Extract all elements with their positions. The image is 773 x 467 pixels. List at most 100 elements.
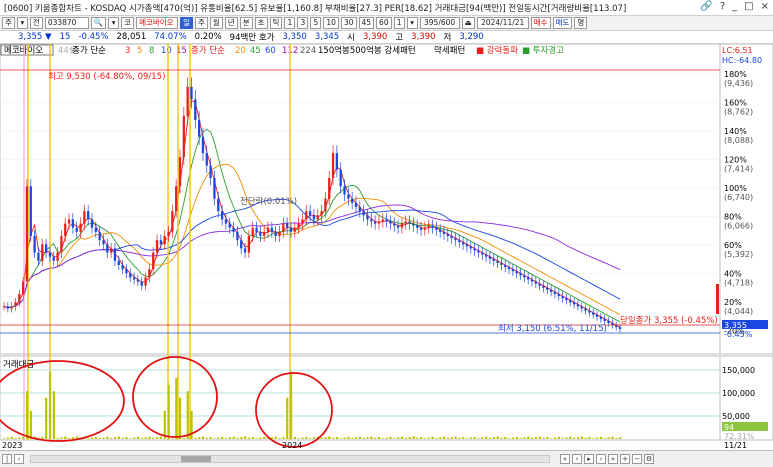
volume-bar: [446, 437, 450, 439]
axis-tick-price: (4,044): [724, 307, 753, 316]
volume-bar: [263, 436, 266, 439]
zoom-in-icon[interactable]: +: [620, 454, 630, 464]
interval-3[interactable]: 3: [297, 17, 309, 29]
axis-tick-price: (4,718): [724, 279, 753, 288]
chart-type-dropdown[interactable]: ▾: [16, 17, 28, 29]
period-count-input[interactable]: 395/600: [419, 17, 460, 29]
help-icon[interactable]: ?: [720, 1, 725, 12]
current-price-tag-text: 3,355: [724, 321, 747, 330]
candle-body: [588, 310, 591, 313]
interval-5[interactable]: 5: [310, 17, 322, 29]
tab-yearly[interactable]: 년: [224, 17, 238, 29]
candle-body: [565, 298, 568, 301]
candle-body: [236, 231, 239, 241]
candle-body: [94, 227, 97, 232]
axis-tick-pct: 60%: [724, 241, 742, 250]
volume-bar: [205, 437, 208, 439]
stock-name-field[interactable]: 메코바이오: [136, 17, 179, 29]
volume-bar: [488, 437, 492, 439]
candle-body: [523, 275, 526, 278]
maximize-icon[interactable]: □: [744, 1, 753, 12]
volume-bar: [324, 437, 327, 439]
next-icon[interactable]: ›: [596, 454, 606, 464]
search-icon[interactable]: 🔍: [90, 17, 107, 29]
tab-tick[interactable]: 틱: [269, 17, 283, 29]
candle-body: [155, 240, 159, 253]
tab-weekly[interactable]: 주: [194, 17, 208, 29]
all-button[interactable]: 전: [29, 17, 43, 29]
chart-type-button[interactable]: 주: [2, 17, 15, 29]
tab-minute[interactable]: 분: [239, 17, 253, 29]
axis-tick-pct: 160%: [724, 99, 747, 108]
interval-1[interactable]: 1: [284, 17, 296, 29]
volume-bar: [412, 436, 415, 439]
interval-45[interactable]: 45: [358, 17, 375, 29]
legend-ma2-20: 20: [235, 46, 246, 56]
stock-code-input[interactable]: 033870: [44, 17, 89, 29]
play-icon[interactable]: ▸: [584, 454, 594, 464]
scroll-thumb[interactable]: [181, 456, 211, 462]
candle-body: [400, 223, 404, 228]
chart-controls: « ‹ ▸ › » + − ⚙: [560, 454, 654, 464]
multiplier-dropdown[interactable]: ▾: [406, 17, 418, 29]
candle-body: [511, 269, 515, 272]
kosdaq-badge[interactable]: 코: [121, 17, 135, 29]
minimize-icon[interactable]: _: [732, 1, 737, 12]
status-bar: | ‹ « ‹ ▸ › » + − ⚙: [0, 450, 773, 467]
chart-area[interactable]: 메코바이오 44$ 종가 단순 3 5 8 10 15 종가 단순 20 45 …: [0, 43, 773, 450]
candle-body: [412, 223, 415, 226]
close-icon[interactable]: ×: [761, 1, 769, 12]
tab-daily[interactable]: 일: [180, 17, 193, 29]
hoga-label: 94백만 호가: [229, 33, 275, 43]
toolbar: 주 ▾ 전 033870 🔍 ▾ 코 메코바이오 일 주 월 년 분 초 틱 1…: [0, 16, 773, 31]
candle-body: [477, 250, 480, 253]
volume-bar: [423, 438, 427, 439]
candle-body: [41, 244, 44, 261]
code-dropdown[interactable]: ▾: [108, 17, 120, 29]
volume-bar: [588, 436, 591, 439]
scroll-left-icon[interactable]: ‹: [14, 454, 24, 464]
settings-icon[interactable]: ⚙: [644, 454, 654, 464]
interval-10[interactable]: 10: [323, 17, 339, 29]
candle-body: [129, 273, 132, 278]
reset-button[interactable]: ⏏: [461, 17, 475, 29]
zoom-out-icon[interactable]: −: [632, 454, 642, 464]
candle-body: [186, 86, 189, 116]
volume-bar: [427, 437, 430, 439]
horizontal-scrollbar[interactable]: [30, 455, 550, 463]
tab-second[interactable]: 초: [254, 17, 268, 29]
volume-bar: [60, 437, 63, 439]
volume-bar: [477, 438, 480, 439]
buy-button[interactable]: 매수: [530, 17, 551, 29]
interval-30[interactable]: 30: [340, 17, 357, 29]
price-chart[interactable]: 메코바이오 44$ 종가 단순 3 5 8 10 15 종가 단순 20 45 …: [0, 43, 773, 450]
candle-body: [465, 244, 469, 247]
tab-monthly[interactable]: 월: [209, 17, 223, 29]
axis-tick-pct: 20%: [724, 298, 742, 307]
link-icon[interactable]: 🔗: [700, 1, 712, 12]
candle-body: [320, 211, 323, 216]
date-input[interactable]: 2024/11/21: [476, 17, 529, 29]
prev-icon[interactable]: ‹: [572, 454, 582, 464]
scroll-start-icon[interactable]: |: [2, 454, 12, 464]
volume-bar: [335, 436, 339, 439]
volume-bar: [133, 437, 136, 439]
name-button[interactable]: 명: [574, 17, 588, 29]
multiplier-input[interactable]: 1: [393, 17, 405, 29]
interval-60[interactable]: 60: [376, 17, 392, 29]
candle-body: [190, 86, 193, 100]
volume-bar: [156, 437, 159, 439]
candle-body: [21, 281, 25, 294]
candle-body: [140, 281, 143, 286]
first-icon[interactable]: «: [560, 454, 570, 464]
candle-body: [328, 178, 331, 199]
volume-bar: [259, 437, 262, 439]
last-icon[interactable]: »: [608, 454, 618, 464]
candle-body: [607, 320, 610, 323]
sell-button[interactable]: 매도: [552, 17, 573, 29]
volume-bar: [228, 437, 231, 439]
candle-body: [251, 227, 254, 236]
volume-bar: [140, 438, 143, 439]
volume-bar: [309, 438, 312, 439]
volume-bar: [175, 378, 178, 439]
